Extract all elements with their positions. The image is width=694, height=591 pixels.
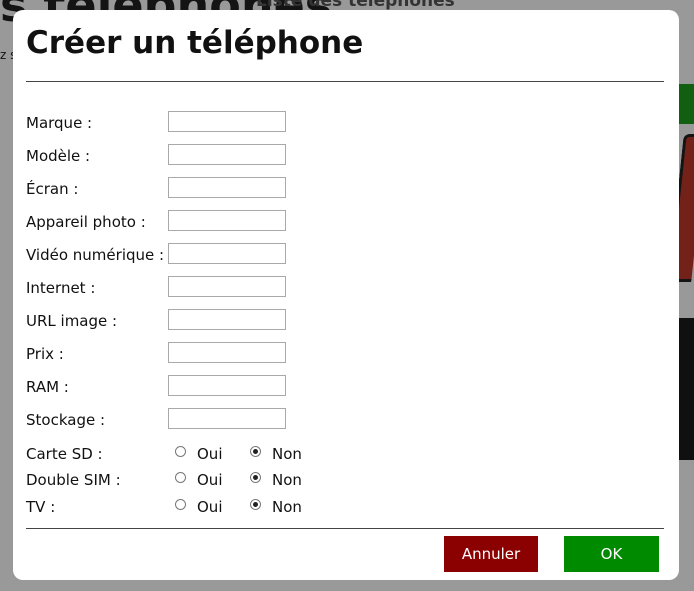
dialog-title: Créer un téléphone bbox=[26, 25, 364, 61]
field-row-url-image: URL image : bbox=[26, 309, 326, 333]
radio-option-label[interactable]: Oui bbox=[197, 498, 222, 516]
radio-group-double-sim: Double SIM : Oui Non bbox=[26, 470, 346, 490]
video-numerique-input[interactable] bbox=[168, 243, 286, 264]
field-row-appareil-photo: Appareil photo : bbox=[26, 210, 326, 234]
stockage-input[interactable] bbox=[168, 408, 286, 429]
field-label: URL image : bbox=[26, 312, 118, 330]
tv-oui-radio[interactable] bbox=[175, 499, 186, 510]
field-row-video-numerique: Vidéo numérique : bbox=[26, 243, 326, 267]
url-image-input[interactable] bbox=[168, 309, 286, 330]
radio-group-label: TV : bbox=[26, 498, 56, 516]
tv-non-radio[interactable] bbox=[250, 499, 261, 510]
field-label: Marque : bbox=[26, 114, 93, 132]
field-label: Modèle : bbox=[26, 147, 91, 165]
field-row-modele: Modèle : bbox=[26, 144, 326, 168]
field-label: Écran : bbox=[26, 180, 79, 198]
field-label: RAM : bbox=[26, 378, 69, 396]
ecran-input[interactable] bbox=[168, 177, 286, 198]
field-label: Appareil photo : bbox=[26, 213, 146, 231]
modele-input[interactable] bbox=[168, 144, 286, 165]
radio-group-tv: TV : Oui Non bbox=[26, 497, 346, 517]
field-label: Internet : bbox=[26, 279, 96, 297]
double-sim-non-radio[interactable] bbox=[250, 472, 261, 483]
appareil-photo-input[interactable] bbox=[168, 210, 286, 231]
field-label: Vidéo numérique : bbox=[26, 246, 165, 264]
field-row-stockage: Stockage : bbox=[26, 408, 326, 432]
field-row-prix: Prix : bbox=[26, 342, 326, 366]
carte-sd-non-radio[interactable] bbox=[250, 446, 261, 457]
field-row-marque: Marque : bbox=[26, 111, 326, 135]
carte-sd-oui-radio[interactable] bbox=[175, 446, 186, 457]
field-label: Stockage : bbox=[26, 411, 106, 429]
marque-input[interactable] bbox=[168, 111, 286, 132]
field-row-internet: Internet : bbox=[26, 276, 326, 300]
field-row-ecran: Écran : bbox=[26, 177, 326, 201]
radio-group-label: Carte SD : bbox=[26, 445, 103, 463]
field-row-ram: RAM : bbox=[26, 375, 326, 399]
internet-input[interactable] bbox=[168, 276, 286, 297]
radio-option-label[interactable]: Oui bbox=[197, 471, 222, 489]
cancel-button[interactable]: Annuler bbox=[444, 536, 538, 572]
ok-button[interactable]: OK bbox=[564, 536, 659, 572]
prix-input[interactable] bbox=[168, 342, 286, 363]
create-phone-dialog: Créer un téléphone Marque : Modèle : Écr… bbox=[13, 10, 679, 580]
radio-option-label[interactable]: Non bbox=[272, 498, 302, 516]
radio-option-label[interactable]: Non bbox=[272, 471, 302, 489]
double-sim-oui-radio[interactable] bbox=[175, 472, 186, 483]
ram-input[interactable] bbox=[168, 375, 286, 396]
field-label: Prix : bbox=[26, 345, 64, 363]
header-divider bbox=[26, 81, 664, 82]
radio-option-label[interactable]: Non bbox=[272, 445, 302, 463]
radio-option-label[interactable]: Oui bbox=[197, 445, 222, 463]
radio-group-carte-sd: Carte SD : Oui Non bbox=[26, 444, 346, 464]
footer-divider bbox=[26, 528, 664, 529]
radio-group-label: Double SIM : bbox=[26, 471, 121, 489]
